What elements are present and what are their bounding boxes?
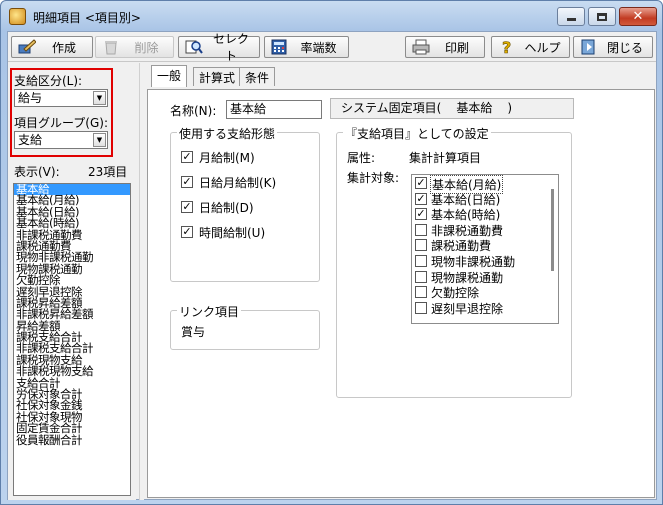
- question-icon: ?: [498, 38, 516, 58]
- toolbar: 作成 削除 セレクト 率端数 印刷 ? ヘルプ 閉じる: [8, 32, 656, 63]
- link-item-value: 賞与: [181, 325, 206, 339]
- close-button[interactable]: 閉じる: [573, 36, 653, 58]
- link-item-group: リンク項目 賞与: [170, 303, 320, 350]
- tab-formula[interactable]: 計算式: [193, 67, 242, 86]
- aggregate-target-list[interactable]: ✓ 基本給(月給) ✓ 基本給(日給) ✓ 基本給(時給) 非課税通勤費 課税通勤費 現物非課税…: [411, 174, 559, 324]
- client-area: 作成 削除 セレクト 率端数 印刷 ? ヘルプ 閉じる 支給区分(L): 給与 …: [7, 31, 657, 500]
- detail-pane: 一般 計算式 条件 名称(N): 基本給 システム固定項目(基本給) 使用する支…: [145, 65, 657, 500]
- checkbox-label[interactable]: 月給制(M): [199, 149, 255, 166]
- print-button[interactable]: 印刷: [405, 36, 485, 58]
- printer-icon: [412, 39, 430, 55]
- app-icon: [9, 8, 26, 25]
- item-count: 23項目: [88, 165, 128, 179]
- name-input[interactable]: 基本給: [226, 100, 322, 119]
- group-title: 使用する支給形態: [177, 125, 278, 142]
- checklist-item[interactable]: ✓ 基本給(日給): [412, 191, 558, 207]
- checklist-label: 現物非課税通勤: [431, 254, 516, 269]
- checklist-item[interactable]: 遅刻早退控除: [412, 300, 558, 316]
- system-fixed-field: システム固定項目(基本給): [330, 98, 574, 119]
- target-label: 集計対象:: [347, 171, 400, 185]
- checkbox-label[interactable]: 時間給制(U): [199, 224, 265, 241]
- pencil-icon: [18, 39, 37, 55]
- rate-rounding-button[interactable]: 率端数: [264, 36, 349, 58]
- checklist-label: 課税通勤費: [431, 239, 492, 254]
- checkbox[interactable]: ✓: [415, 192, 427, 205]
- checklist-item[interactable]: 欠勤控除: [412, 284, 558, 300]
- magnifier-icon: [185, 39, 203, 55]
- checkbox[interactable]: [415, 286, 427, 299]
- close-window-button[interactable]: ✕: [619, 7, 657, 26]
- scrollbar-thumb[interactable]: [551, 189, 554, 271]
- group-title: 『支給項目』としての設定: [343, 125, 491, 142]
- kubun-label: 支給区分(L):: [14, 74, 83, 88]
- trash-icon: [102, 39, 120, 55]
- help-button[interactable]: ? ヘルプ: [491, 36, 570, 58]
- kubun-select[interactable]: 給与 ▼: [14, 89, 108, 107]
- checklist-item[interactable]: 非課税通勤費: [412, 222, 558, 238]
- door-exit-icon: [580, 39, 598, 55]
- title-bar[interactable]: 明細項目 <項目別> ✕: [1, 1, 662, 31]
- checkbox[interactable]: ✓: [181, 151, 193, 163]
- checklist-item[interactable]: 現物非課税通勤: [412, 253, 558, 269]
- delete-button[interactable]: 削除: [95, 36, 174, 58]
- checklist-label: 現物課税通勤: [431, 270, 504, 285]
- checklist-label: 基本給(時給): [431, 208, 501, 223]
- checkbox[interactable]: [415, 270, 427, 283]
- create-button[interactable]: 作成: [11, 36, 93, 58]
- checklist-item[interactable]: ✓ 基本給(月給): [412, 175, 558, 194]
- left-pane: 支給区分(L): 給与 ▼ 項目グループ(G): 支給 ▼ 表示(V): 23項…: [8, 63, 136, 500]
- display-label: 表示(V):: [14, 165, 60, 179]
- minimize-button[interactable]: [557, 7, 585, 26]
- checklist-label: 遅刻早退控除: [431, 301, 504, 316]
- checklist-label: 欠勤控除: [431, 286, 480, 301]
- checkbox[interactable]: [415, 239, 427, 252]
- checklist-label: 基本給(日給): [431, 192, 501, 207]
- tab-general[interactable]: 一般: [151, 65, 188, 87]
- item-list[interactable]: 基本給 基本給(月給) 基本給(日給) 基本給(時給) 非課税通勤費 課税通勤費 現物非課税…: [13, 183, 131, 496]
- name-label: 名称(N):: [170, 104, 217, 118]
- window-title: 明細項目 <項目別>: [33, 11, 141, 25]
- app-window: 明細項目 <項目別> ✕ 作成 削除 セレクト 率端数 印刷 ? ヘルプ 閉じる…: [0, 0, 663, 505]
- checkbox[interactable]: ✓: [181, 176, 193, 188]
- maximize-icon: [597, 12, 607, 21]
- attribute-value: 集計計算項目: [409, 151, 482, 165]
- checkbox-label[interactable]: 日給月給制(K): [199, 174, 276, 191]
- select-button[interactable]: セレクト: [178, 32, 260, 63]
- calculator-icon: [271, 39, 289, 55]
- tab-condition[interactable]: 条件: [239, 67, 276, 86]
- maximize-button[interactable]: [588, 7, 616, 26]
- general-panel: 名称(N): 基本給 システム固定項目(基本給) 使用する支給形態 ✓ 月給制(M…: [147, 89, 655, 498]
- checkbox[interactable]: ✓: [415, 177, 427, 189]
- checklist-item[interactable]: ✓ 基本給(時給): [412, 206, 558, 222]
- checkbox[interactable]: ✓: [181, 226, 193, 238]
- group-label: 項目グループ(G):: [14, 116, 108, 130]
- checkbox[interactable]: [415, 223, 427, 236]
- checkbox-label[interactable]: 日給制(D): [199, 199, 254, 216]
- checkbox[interactable]: [415, 301, 427, 314]
- scrollbar[interactable]: [548, 175, 558, 323]
- pane-splitter[interactable]: [139, 63, 144, 500]
- checklist-label: 非課税通勤費: [431, 223, 504, 238]
- group-select[interactable]: 支給 ▼: [14, 131, 108, 149]
- checkbox[interactable]: [415, 254, 427, 267]
- attribute-label: 属性:: [347, 151, 376, 165]
- checklist-item[interactable]: 現物課税通勤: [412, 269, 558, 285]
- checkbox[interactable]: ✓: [181, 201, 193, 213]
- close-icon: ✕: [632, 9, 644, 24]
- chevron-down-icon[interactable]: ▼: [93, 133, 106, 147]
- payment-form-group: 使用する支給形態 ✓ 月給制(M) ✓ 日給月給制(K) ✓ 日給制(D) ✓ 時間給制(U): [170, 125, 320, 282]
- chevron-down-icon[interactable]: ▼: [93, 91, 106, 105]
- checklist-item[interactable]: 課税通勤費: [412, 237, 558, 253]
- group-title: リンク項目: [177, 303, 242, 320]
- checkbox[interactable]: ✓: [415, 208, 427, 221]
- svg-text:?: ?: [502, 39, 511, 55]
- list-item[interactable]: 役員報酬合計: [14, 434, 130, 446]
- minimize-icon: [566, 18, 576, 21]
